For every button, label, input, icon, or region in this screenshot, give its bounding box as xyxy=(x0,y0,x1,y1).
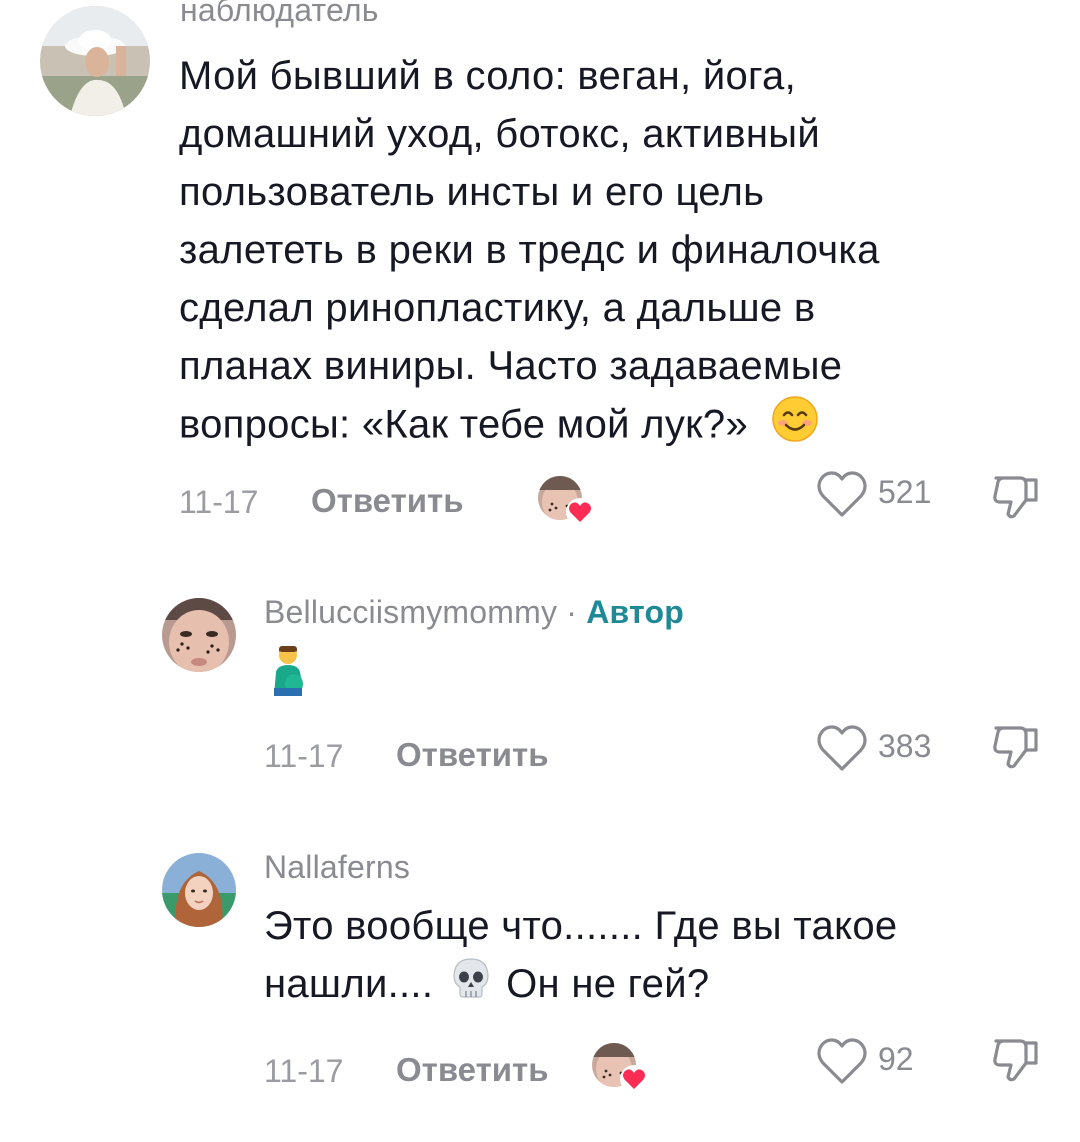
thumbs-down-icon xyxy=(993,476,1038,519)
thumbs-down-icon xyxy=(993,726,1038,769)
comment-text-line: Мой бывший в соло: веган, йога, xyxy=(179,54,796,98)
like-button[interactable]: 383 xyxy=(816,722,946,774)
comment-date: 11-17 xyxy=(264,738,344,774)
comment-text-line-last: вопросы: «Как тебе мой лук?» xyxy=(179,395,1039,459)
comment-text-fragment: Он не гей? xyxy=(506,962,710,1006)
comment-text-line: вопросы: «Как тебе мой лук?» xyxy=(179,402,749,447)
comment-text-fragment: нашли.... xyxy=(264,962,434,1006)
heart-outline-icon xyxy=(817,471,867,517)
smiling-face-icon xyxy=(771,395,819,459)
like-count: 383 xyxy=(878,728,932,764)
comment-text-line: пользователь инсты и его цель xyxy=(179,170,765,214)
comment-2: Bellucciismymommy · Автор 11-17 Ответить… xyxy=(0,590,1080,810)
heart-outline-icon xyxy=(817,725,867,771)
reply-button[interactable]: Ответить xyxy=(396,1051,549,1089)
like-button[interactable]: 92 xyxy=(816,1035,946,1087)
reply-button[interactable]: Ответить xyxy=(311,482,464,520)
separator-dot: · xyxy=(557,594,587,630)
comment-date: 11-17 xyxy=(179,484,259,520)
like-count: 92 xyxy=(878,1041,914,1077)
skull-icon xyxy=(449,956,493,1016)
liked-by-creator-badge xyxy=(592,1043,648,1093)
comment-text-line: планах виниры. Часто задаваемые xyxy=(179,344,843,388)
avatar[interactable] xyxy=(162,598,236,672)
reply-button[interactable]: Ответить xyxy=(396,736,549,774)
pregnant-man-icon xyxy=(268,644,308,701)
comment-text-line: домашний уход, ботокс, активный xyxy=(179,112,820,156)
comment-username[interactable]: Nallaferns xyxy=(264,849,410,886)
comment-username[interactable]: Bellucciismymommy xyxy=(264,594,557,630)
red-heart-badge-icon xyxy=(620,1065,648,1093)
dislike-button[interactable] xyxy=(990,1033,1042,1090)
dislike-button[interactable] xyxy=(990,470,1042,527)
comment-text-line: Это вообще что....... Где вы такое xyxy=(264,904,898,948)
comment-text: Это вообще что....... Где вы такое нашли… xyxy=(264,897,1044,1016)
comment-3: Nallaferns Это вообще что....... Где вы … xyxy=(0,845,1080,1142)
comment-username-line: Bellucciismymommy · Автор xyxy=(264,594,684,631)
comment-text-line: залететь в реки в тредс и финалочка xyxy=(179,228,880,272)
like-count: 521 xyxy=(878,474,932,510)
comment-1: наблюдатель Мой бывший в соло: веган, йо… xyxy=(0,0,1080,540)
comment-date: 11-17 xyxy=(264,1053,344,1089)
author-badge: Автор xyxy=(586,594,684,630)
comment-text: Мой бывший в соло: веган, йога, домашний… xyxy=(179,47,1039,459)
comment-text-line: сделал ринопластику, а дальше в xyxy=(179,286,816,330)
red-heart-badge-icon xyxy=(566,498,594,526)
dislike-button[interactable] xyxy=(990,720,1042,777)
avatar[interactable] xyxy=(162,853,236,927)
comment-username[interactable]: наблюдатель xyxy=(180,0,379,29)
thumbs-down-icon xyxy=(993,1039,1038,1082)
like-button[interactable]: 521 xyxy=(816,468,946,520)
liked-by-creator-badge xyxy=(538,476,594,526)
heart-outline-icon xyxy=(817,1038,867,1084)
avatar[interactable] xyxy=(40,6,150,116)
comment-text-line: нашли.... Он не гей? xyxy=(264,955,1044,1016)
